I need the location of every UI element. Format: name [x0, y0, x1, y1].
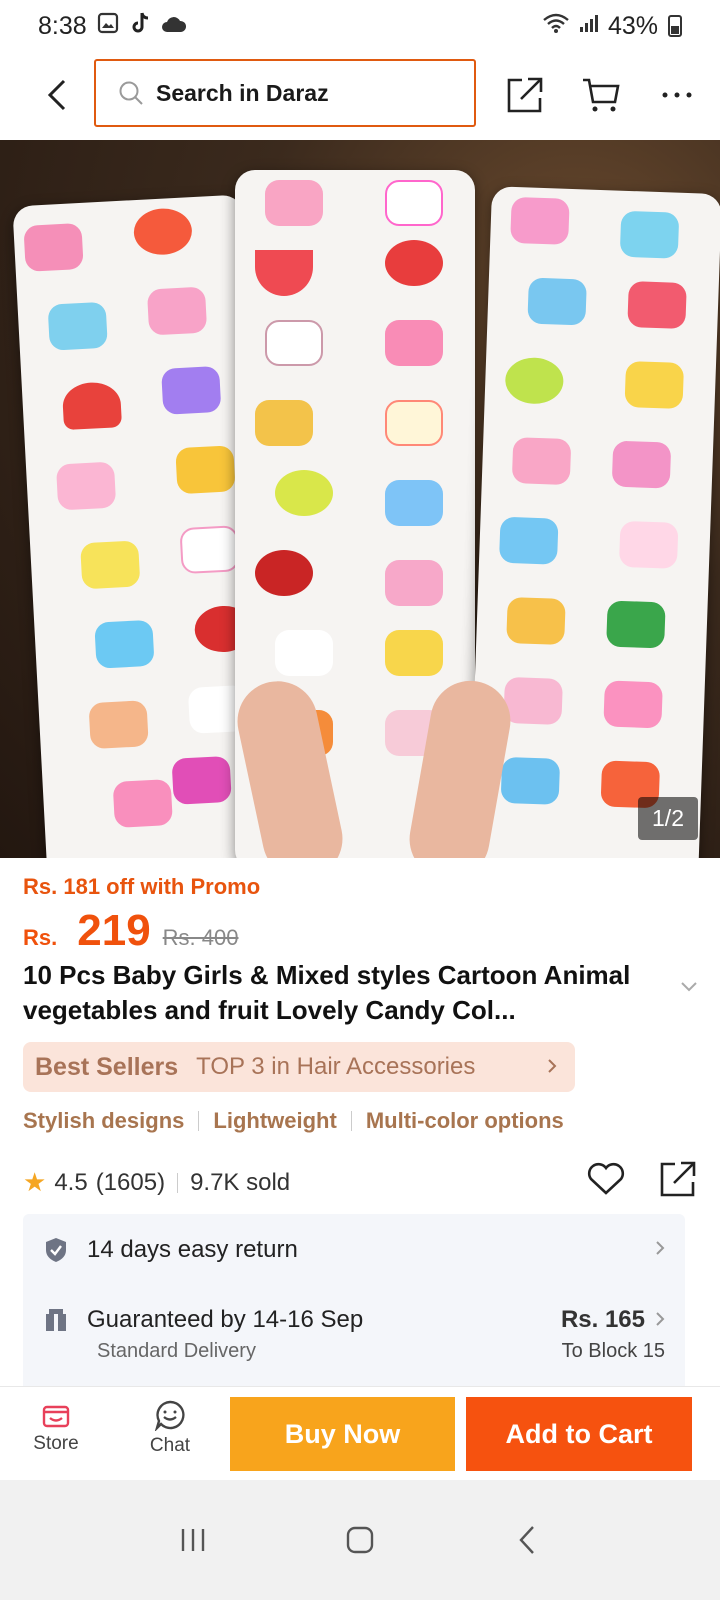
search-input[interactable]: Search in Daraz	[94, 59, 476, 127]
chevron-right-icon	[547, 1054, 557, 1080]
top-nav: Search in Daraz	[0, 52, 720, 138]
price-row: Rs. 219 Rs. 400	[23, 906, 239, 956]
feature-tag: Lightweight	[213, 1108, 337, 1133]
store-icon	[42, 1405, 70, 1428]
recent-apps-icon	[182, 1529, 205, 1551]
store-button[interactable]: Store	[16, 1399, 96, 1455]
original-price: Rs. 400	[162, 925, 239, 950]
system-navigation-bar	[0, 1480, 720, 1600]
nav-actions	[502, 52, 700, 138]
feature-tag: Stylish designs	[23, 1108, 185, 1133]
best-seller-banner[interactable]: Best Sellers TOP 3 in Hair Accessories	[23, 1042, 575, 1092]
promo-text: Rs. 181 off with Promo	[23, 874, 261, 899]
store-label: Store	[33, 1433, 79, 1454]
sold-count: 9.7K sold	[190, 1168, 291, 1196]
delivery-box-icon	[43, 1308, 69, 1332]
share-icon	[660, 1161, 696, 1197]
status-right: 43%	[542, 12, 682, 41]
rating-actions	[587, 1160, 697, 1205]
expand-title-button[interactable]	[680, 980, 698, 998]
cloud-icon	[161, 12, 187, 41]
bottom-action-bar: Store Chat Buy Now Add to Cart	[0, 1386, 720, 1480]
back-arrow-icon	[47, 79, 66, 111]
chat-label: Chat	[149, 1435, 191, 1456]
chat-button[interactable]: Chat	[130, 1399, 210, 1457]
system-back-button[interactable]	[497, 1510, 557, 1570]
best-seller-rank: TOP 3 in Hair Accessories	[196, 1053, 476, 1080]
home-button[interactable]	[330, 1510, 390, 1570]
rating-row: ★ 4.5 (1605) 9.7K sold	[23, 1160, 697, 1205]
home-icon	[346, 1526, 374, 1554]
product-image[interactable]: 1/2	[0, 140, 720, 858]
cart-icon	[583, 78, 620, 112]
services-panel: 14 days easy return Guaranteed by 14-16 …	[23, 1214, 685, 1392]
feature-tags: Stylish designs Lightweight Multi-color …	[23, 1108, 564, 1134]
rating-count[interactable]: (1605)	[96, 1169, 165, 1197]
delivery-price: Rs. 165	[560, 1306, 645, 1333]
status-time: 8:38	[38, 11, 87, 40]
delivery-destination: To Block 15	[561, 1340, 665, 1362]
recent-apps-button[interactable]	[163, 1510, 223, 1570]
status-bar: 8:38 43%	[0, 0, 720, 52]
divider	[350, 1111, 352, 1131]
rating-score[interactable]: 4.5	[54, 1169, 87, 1197]
gallery-icon	[97, 12, 119, 41]
signal-icon	[578, 12, 600, 41]
share-button[interactable]	[502, 72, 548, 118]
more-icon	[662, 92, 692, 98]
hairclip-card	[468, 186, 720, 858]
star-icon: ★	[23, 1167, 47, 1197]
delivery-type: Standard Delivery	[97, 1340, 256, 1362]
chevron-right-icon	[655, 1306, 665, 1334]
wishlist-button[interactable]	[587, 1162, 625, 1203]
share-icon	[507, 77, 543, 113]
return-policy-row[interactable]: 14 days easy return	[43, 1230, 665, 1270]
return-policy-text: 14 days easy return	[87, 1236, 298, 1263]
delivery-title: Guaranteed by 14-16 Sep	[87, 1306, 364, 1333]
more-button[interactable]	[654, 72, 700, 118]
chat-icon	[154, 1400, 185, 1431]
search-placeholder: Search in Daraz	[156, 79, 329, 106]
current-price: 219	[77, 906, 151, 955]
tiktok-icon	[129, 11, 151, 42]
battery-percent: 43%	[607, 11, 658, 40]
divider	[198, 1111, 200, 1131]
price-currency: Rs.	[23, 925, 58, 950]
status-left: 8:38	[38, 11, 187, 42]
delivery-row[interactable]: Guaranteed by 14-16 Sep Rs. 165	[43, 1300, 665, 1340]
divider	[177, 1172, 179, 1193]
shield-icon	[43, 1237, 69, 1263]
back-icon	[519, 1526, 534, 1554]
chevron-down-icon	[681, 982, 697, 992]
feature-tag: Multi-color options	[365, 1108, 564, 1133]
add-to-cart-button[interactable]: Add to Cart	[466, 1397, 692, 1471]
buy-now-button[interactable]: Buy Now	[230, 1397, 455, 1471]
cart-button[interactable]	[578, 72, 624, 118]
best-seller-label: Best Sellers	[35, 1052, 179, 1081]
share-product-button[interactable]	[659, 1160, 697, 1205]
wifi-icon	[542, 12, 570, 41]
heart-icon	[587, 1162, 625, 1195]
chevron-right-icon	[655, 1239, 665, 1262]
battery-icon	[668, 15, 682, 37]
product-title[interactable]: 10 Pcs Baby Girls & Mixed styles Cartoon…	[23, 958, 663, 1028]
back-button[interactable]	[30, 65, 84, 125]
search-icon	[118, 80, 144, 106]
image-counter: 1/2	[638, 797, 698, 840]
